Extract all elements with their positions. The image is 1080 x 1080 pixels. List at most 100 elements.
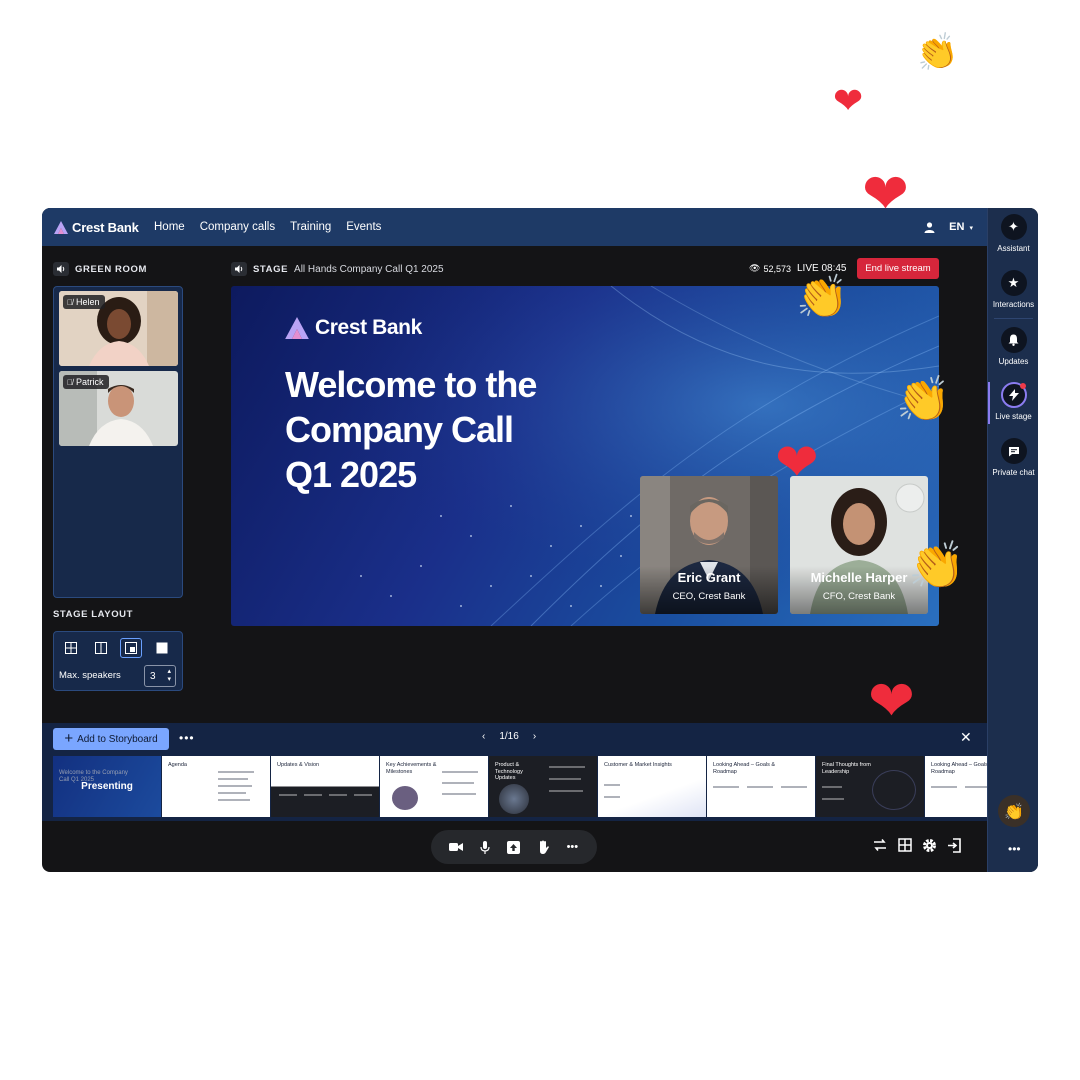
max-speakers-stepper[interactable]: 3 ▴ ▾	[144, 665, 176, 687]
slide-headline-line: Q1 2025	[285, 454, 417, 495]
stage-title: All Hands Company Call Q1 2025	[294, 263, 444, 275]
sidebar-item-live-stage[interactable]: Live stage	[988, 382, 1038, 421]
notification-dot	[1019, 383, 1026, 389]
live-stage-view: Crest Bank Welcome to the Company Call Q…	[231, 286, 939, 626]
storyboard-thumbnail[interactable]: Product & Technology Updates	[489, 756, 597, 817]
layout-full-button[interactable]	[151, 638, 173, 658]
clap-icon: 👏	[1004, 801, 1024, 821]
nav-item-events[interactable]: Events	[346, 221, 381, 233]
switch-icon[interactable]	[872, 838, 888, 852]
thumbnail-text-line	[304, 794, 322, 796]
stage-layout-header: STAGE LAYOUT	[53, 609, 133, 620]
storyboard-thumbnail[interactable]: Looking Ahead – Goals & Roadmap	[925, 756, 987, 817]
nav-item-training[interactable]: Training	[290, 221, 331, 233]
nav-item-company-calls[interactable]: Company calls	[200, 221, 275, 233]
heart-reaction-icon: ❤	[833, 81, 864, 122]
thumbnail-text-line	[218, 778, 248, 780]
crest-logo-icon	[285, 317, 309, 339]
thumbnail-text-line	[549, 766, 585, 768]
speaker-tile-eric[interactable]: Eric Grant CEO, Crest Bank	[640, 476, 778, 614]
close-storyboard-button[interactable]: ✕	[960, 729, 972, 746]
participant-name-tag: 🎙̸ Helen	[63, 295, 105, 309]
layout-pip-button[interactable]	[120, 638, 142, 658]
right-sidebar: ✦ Assistant ★ Interactions Updates Live …	[987, 208, 1038, 872]
crest-logo-icon	[54, 220, 68, 234]
add-to-storyboard-button[interactable]: + Add to Storyboard	[53, 728, 169, 750]
layout-split-button[interactable]	[90, 638, 112, 658]
settings-gear-icon[interactable]	[922, 838, 937, 853]
viewer-count-value: 52,573	[763, 263, 791, 274]
split-layout-icon	[95, 642, 107, 654]
storyboard-thumbnail[interactable]: Customer & Market Insights	[598, 756, 706, 817]
storyboard-thumbnail[interactable]: Updates & Vision	[271, 756, 379, 817]
page-indicator: 1/16	[499, 731, 519, 742]
reaction-button[interactable]: 👏	[998, 795, 1030, 827]
green-room-panel: 🎙̸ Helen 🎙̸ Patrick	[53, 286, 183, 598]
storyboard-thumbnail[interactable]: Looking Ahead – Goals & Roadmap	[707, 756, 815, 817]
participant-name-tag: 🎙̸ Patrick	[63, 375, 109, 389]
grid-view-icon[interactable]	[898, 838, 912, 852]
share-screen-button[interactable]	[505, 838, 523, 856]
clap-reaction-icon: 👏	[912, 29, 962, 77]
stage-layout-panel: Max. speakers 3 ▴ ▾	[53, 631, 183, 691]
thumbnail-title: Looking Ahead – Goals & Roadmap	[713, 762, 776, 775]
sidebar-item-private-chat[interactable]: Private chat	[988, 438, 1038, 477]
end-live-stream-button[interactable]: End live stream	[857, 258, 939, 279]
chevron-left-icon[interactable]: ‹	[482, 731, 485, 742]
max-speakers-label: Max. speakers	[59, 670, 121, 681]
storyboard-thumbnail[interactable]: Final Thoughts from Leadership	[816, 756, 924, 817]
storyboard-thumbnail[interactable]: Key Achievements & Milestones	[380, 756, 488, 817]
grid-layout-icon	[65, 642, 77, 654]
chevron-down-icon: ▾	[969, 225, 973, 232]
thumbnail-title: Agenda	[168, 762, 187, 768]
storyboard-bar: + Add to Storyboard ••• ‹ 1/16 › ✕ Welco…	[42, 723, 987, 821]
sidebar-item-assistant[interactable]: ✦ Assistant	[988, 214, 1038, 253]
slide-headline-line: Welcome to the	[285, 364, 537, 405]
user-profile-icon[interactable]	[924, 221, 935, 233]
storyboard-thumbnail[interactable]: Agenda	[162, 756, 270, 817]
full-layout-icon	[156, 642, 168, 654]
microphone-button[interactable]	[476, 838, 494, 856]
thumbnail-text-line	[442, 793, 476, 795]
thumbnail-text-line	[549, 778, 581, 780]
chevron-right-icon[interactable]: ›	[533, 731, 536, 742]
nav-item-home[interactable]: Home	[154, 221, 185, 233]
thumbnail-title: Product & Technology Updates	[495, 762, 523, 781]
mic-muted-icon: 🎙̸	[67, 297, 73, 307]
participant-name: Helen	[76, 297, 100, 307]
participant-tile-patrick[interactable]: 🎙̸ Patrick	[59, 371, 178, 446]
thumbnail-text-line	[442, 771, 478, 773]
max-speakers-value: 3	[150, 670, 156, 682]
slide-headline-line: Company Call	[285, 409, 514, 450]
raise-hand-button[interactable]	[534, 838, 552, 856]
sidebar-item-interactions[interactable]: ★ Interactions	[988, 270, 1038, 309]
camera-button[interactable]	[447, 838, 465, 856]
participant-tile-helen[interactable]: 🎙̸ Helen	[59, 291, 178, 366]
bolt-icon	[1000, 382, 1027, 408]
bell-icon	[1000, 327, 1027, 353]
eye-icon: 👁	[749, 263, 761, 273]
stepper-arrows-icon[interactable]: ▴ ▾	[167, 668, 171, 684]
more-options-button[interactable]: •••	[563, 838, 581, 856]
leave-call-icon[interactable]	[947, 838, 961, 853]
thumbnail-text-line	[329, 794, 347, 796]
language-label: EN	[949, 221, 965, 233]
sidebar-item-label: Updates	[998, 357, 1029, 366]
language-selector[interactable]: EN ▾	[949, 221, 973, 233]
speaker-icon[interactable]	[231, 262, 247, 276]
brand-logo[interactable]: Crest Bank	[54, 220, 154, 235]
clap-reaction-icon: 👏	[796, 272, 849, 321]
storyboard-pager: ‹ 1/16 ›	[482, 731, 536, 742]
layout-grid-button[interactable]	[60, 638, 82, 658]
green-room-header: GREEN ROOM	[53, 262, 147, 276]
sidebar-item-updates[interactable]: Updates	[988, 327, 1038, 366]
sidebar-item-label: Assistant	[997, 244, 1030, 253]
thumbnail-text-line	[965, 786, 987, 788]
heart-reaction-icon: ❤	[775, 433, 819, 493]
storyboard-more-button[interactable]: •••	[179, 731, 195, 745]
thumbnail-text-line	[931, 786, 957, 788]
storyboard-thumbnail[interactable]: Welcome to the Company Call Q1 2025 Pres…	[53, 756, 161, 817]
sidebar-more-button[interactable]: •••	[1008, 842, 1021, 856]
speaker-icon[interactable]	[53, 262, 69, 276]
thumbnail-text-line	[354, 794, 372, 796]
